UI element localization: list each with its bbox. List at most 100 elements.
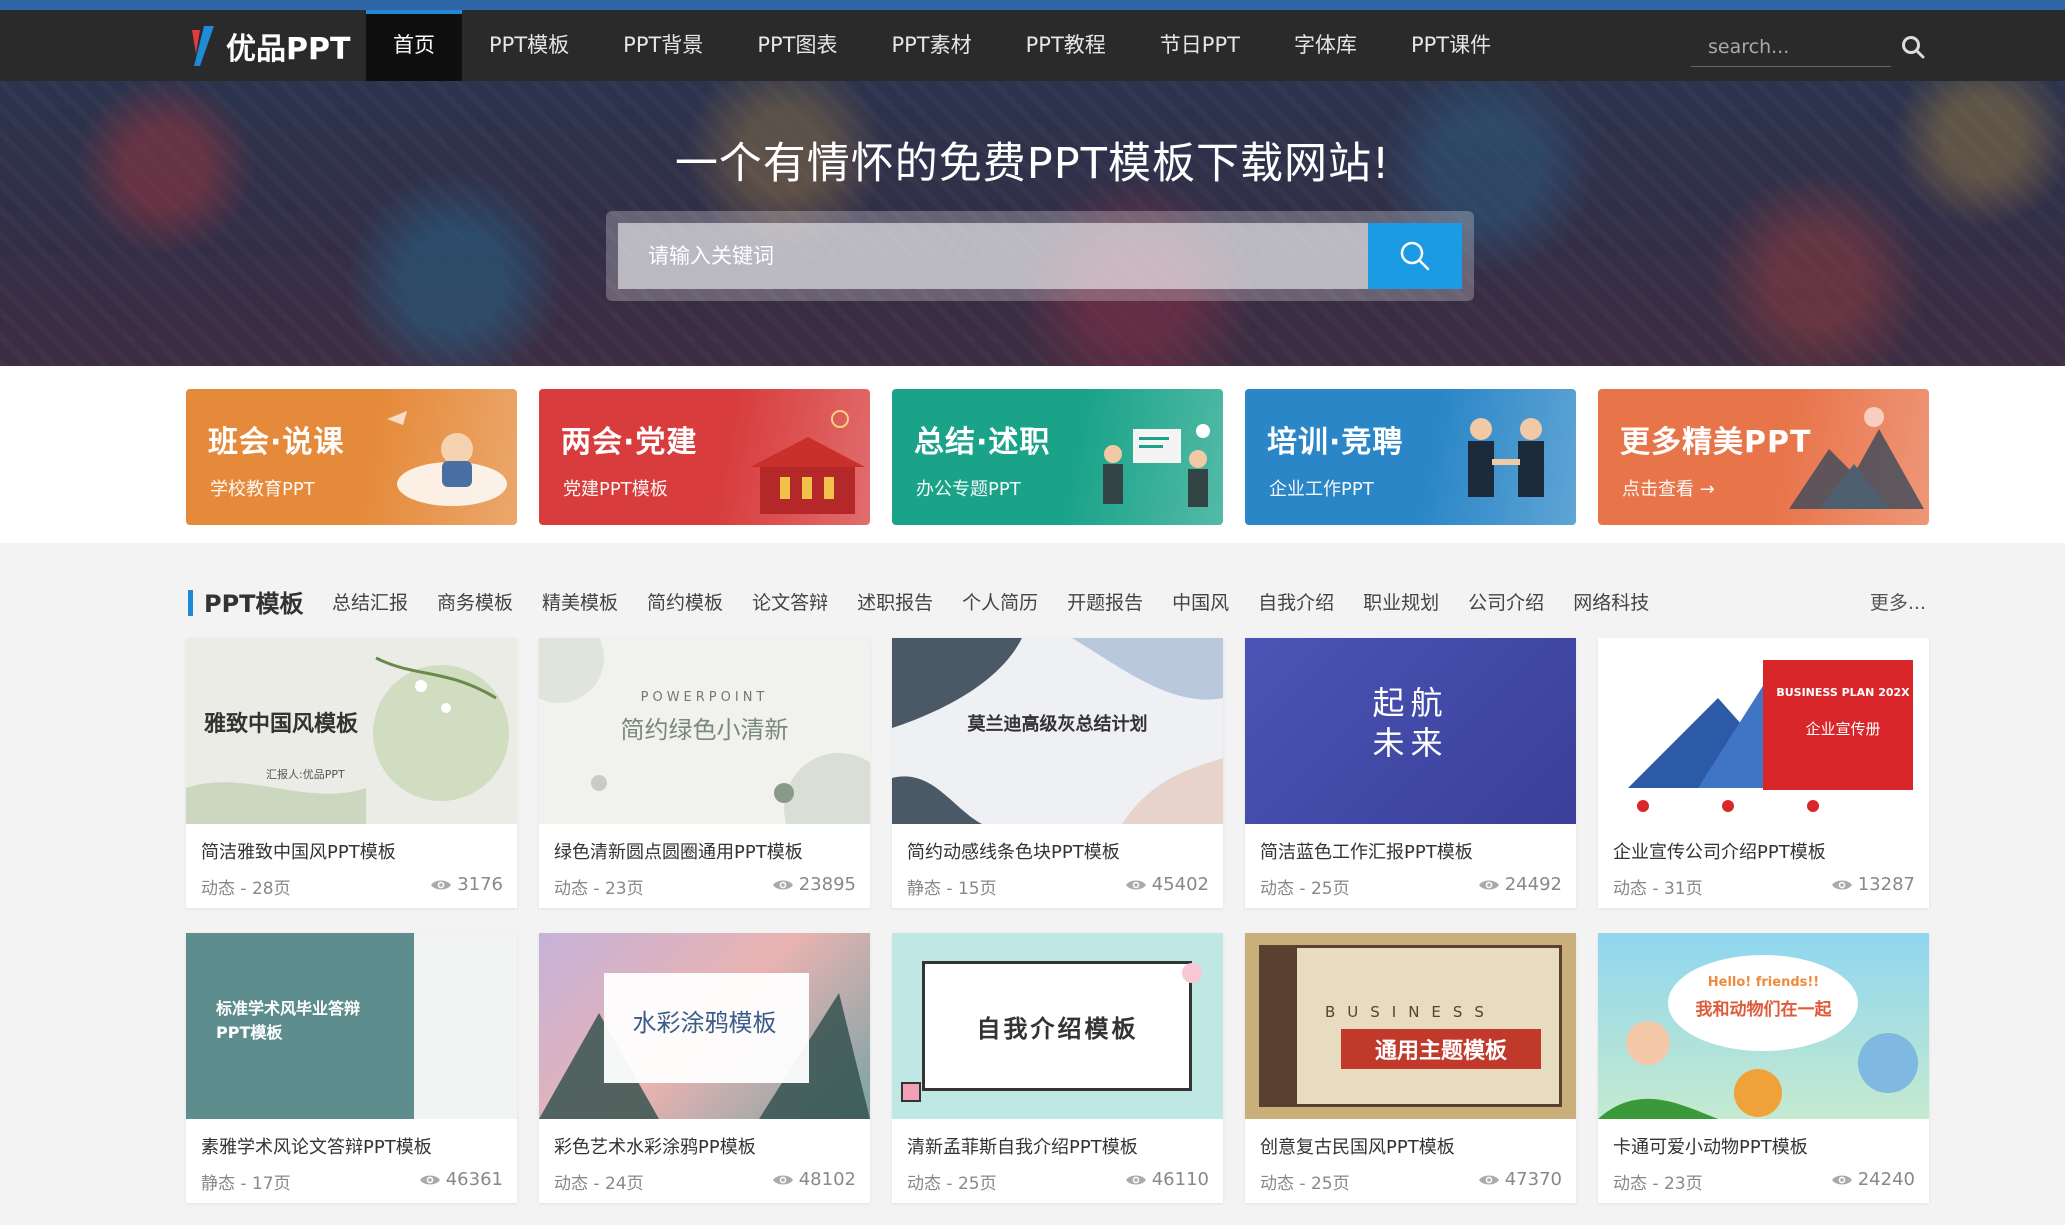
hero-search-input[interactable]: 请输入关键词 <box>618 223 1374 289</box>
template-views: 47370 <box>1478 1169 1562 1190</box>
template-card[interactable]: 起航 未来简洁蓝色工作汇报PPT模板动态 - 25页 24492 <box>1245 638 1576 908</box>
template-title[interactable]: 清新孟菲斯自我介绍PPT模板 <box>907 1133 1138 1159</box>
nav-item[interactable]: 节日PPT <box>1133 10 1267 81</box>
view-count: 24492 <box>1504 874 1562 895</box>
eye-icon <box>1831 880 1852 889</box>
category-banner[interactable]: 培训·竞聘 企业工作PPT <box>1245 389 1576 525</box>
template-title[interactable]: 卡通可爱小动物PPT模板 <box>1613 1133 1808 1159</box>
eye-icon <box>1478 880 1499 889</box>
logo-text: 优品PPT <box>226 32 351 67</box>
nav-item[interactable]: PPT课件 <box>1384 10 1518 81</box>
category-title: 培训·竞聘 <box>1267 425 1404 460</box>
template-card[interactable]: 水彩涂鸦模板 彩色艺术水彩涂鸦PP模板 动态 - 24页 48102 <box>539 933 870 1203</box>
template-thumbnail[interactable]: 自我介绍模板 <box>892 933 1223 1119</box>
section-tab[interactable]: 中国风 <box>1172 588 1229 615</box>
category-banner[interactable]: 总结·述职 办公专题PPT <box>892 389 1223 525</box>
template-meta: 动态 - 25页 <box>1260 879 1350 899</box>
eye-icon <box>431 880 452 889</box>
template-card[interactable]: Hello! friends!! 我和动物们在一起 卡通可爱小动物PPT模板 动态 -… <box>1598 933 1929 1203</box>
thumbnail-title: 标准学术风毕业答辩 <box>216 999 361 1018</box>
section-tab[interactable]: 职业规划 <box>1363 588 1439 615</box>
template-thumbnail[interactable]: 起航 未来 <box>1245 638 1576 824</box>
eye-icon <box>419 1175 440 1184</box>
template-card[interactable]: BUSINESS PLAN 202X 企业宣传册 企业宣传公司介绍PPT模板 动态 -… <box>1598 638 1929 908</box>
thumbnail-title: 雅致中国风模板 <box>204 712 359 737</box>
thumbnail-subtitle: 汇报人:优品PPT <box>266 768 345 781</box>
view-count: 46110 <box>1151 1169 1209 1190</box>
eye-icon <box>772 1175 793 1184</box>
section-tab[interactable]: 精美模板 <box>542 588 618 615</box>
template-title[interactable]: 简约动感线条色块PPT模板 <box>907 838 1120 864</box>
section-tab[interactable]: 自我介绍 <box>1258 588 1334 615</box>
view-count: 46361 <box>445 1169 503 1190</box>
template-card[interactable]: POWERPOINT 简约绿色小清新 绿色清新圆点圆圈通用PPT模板 动态 - 23页… <box>539 638 870 908</box>
template-title[interactable]: 素雅学术风论文答辩PPT模板 <box>201 1133 432 1159</box>
template-views: 3176 <box>430 874 503 895</box>
template-views: 48102 <box>772 1169 856 1190</box>
template-thumbnail[interactable]: BUSINESS 通用主题模板 <box>1245 933 1576 1119</box>
template-title[interactable]: 简洁雅致中国风PPT模板 <box>201 838 396 864</box>
template-thumbnail[interactable]: POWERPOINT 简约绿色小清新 <box>539 638 870 824</box>
template-card[interactable]: 莫兰迪高级灰总结计划 简约动感线条色块PPT模板 静态 - 15页 45402 <box>892 638 1223 908</box>
hero-search-button[interactable] <box>1368 223 1462 289</box>
template-views: 24492 <box>1478 874 1562 895</box>
category-banner[interactable]: 更多精美PPT 点击查看 → <box>1598 389 1929 525</box>
template-card[interactable]: BUSINESS 通用主题模板创意复古民国风PPT模板动态 - 25页 47370 <box>1245 933 1576 1203</box>
view-count: 3176 <box>457 874 503 895</box>
template-thumbnail[interactable]: 水彩涂鸦模板 <box>539 933 870 1119</box>
template-thumbnail[interactable]: BUSINESS PLAN 202X 企业宣传册 <box>1598 638 1929 824</box>
section-tab[interactable]: 总结汇报 <box>332 588 408 615</box>
template-thumbnail[interactable]: 雅致中国风模板汇报人:优品PPT <box>186 638 517 824</box>
section-tab[interactable]: 个人简历 <box>962 588 1038 615</box>
nav-item[interactable]: PPT素材 <box>864 10 998 81</box>
template-title[interactable]: 创意复古民国风PPT模板 <box>1260 1133 1455 1159</box>
view-count: 45402 <box>1151 874 1209 895</box>
template-title[interactable]: 彩色艺术水彩涂鸦PP模板 <box>554 1133 756 1159</box>
nav-item[interactable]: 字体库 <box>1267 10 1384 81</box>
nav-item[interactable]: PPT模板 <box>462 10 596 81</box>
template-meta: 动态 - 28页 <box>201 879 291 899</box>
template-meta: 动态 - 25页 <box>1260 1174 1350 1194</box>
category-subtitle: 党建PPT模板 <box>563 479 668 500</box>
category-banner[interactable]: 班会·说课 学校教育PPT <box>186 389 517 525</box>
section-tab[interactable]: 网络科技 <box>1573 588 1649 615</box>
section-tab[interactable]: 公司介绍 <box>1468 588 1544 615</box>
nav-item[interactable]: 首页 <box>366 10 462 81</box>
template-card[interactable]: 雅致中国风模板汇报人:优品PPT 简洁雅致中国风PPT模板动态 - 28页 3176 <box>186 638 517 908</box>
thumbnail-title: 我和动物们在一起 <box>1695 1000 1832 1020</box>
template-views: 24240 <box>1831 1169 1915 1190</box>
template-thumbnail[interactable]: 标准学术风毕业答辩 PPT模板 <box>186 933 517 1119</box>
search-icon <box>1400 241 1430 271</box>
section-tab[interactable]: 简约模板 <box>647 588 723 615</box>
template-card[interactable]: 自我介绍模板清新孟菲斯自我介绍PPT模板动态 - 25页 46110 <box>892 933 1223 1203</box>
template-views: 13287 <box>1831 874 1915 895</box>
section-more-link[interactable]: 更多... <box>1870 588 1926 615</box>
template-thumbnail[interactable]: 莫兰迪高级灰总结计划 <box>892 638 1223 824</box>
template-views: 46361 <box>419 1169 503 1190</box>
nav-item[interactable]: PPT教程 <box>999 10 1133 81</box>
section-tab[interactable]: 论文答辩 <box>752 588 828 615</box>
category-banner[interactable]: 两会·党建 党建PPT模板 <box>539 389 870 525</box>
thumbnail-title: 水彩涂鸦模板 <box>632 1009 777 1037</box>
hero-title: 一个有情怀的免费PPT模板下载网站! <box>674 139 1391 189</box>
search-icon[interactable] <box>1900 34 1926 60</box>
section-tab[interactable]: 商务模板 <box>437 588 513 615</box>
template-title[interactable]: 企业宣传公司介绍PPT模板 <box>1613 838 1826 864</box>
nav-item[interactable]: PPT图表 <box>730 10 864 81</box>
template-title[interactable]: 简洁蓝色工作汇报PPT模板 <box>1260 838 1473 864</box>
site-logo[interactable]: 优品PPT <box>186 24 350 68</box>
category-subtitle: 学校教育PPT <box>210 479 315 500</box>
category-illustration-icon <box>1468 418 1544 497</box>
thumbnail-title: 简约绿色小清新 <box>620 716 789 744</box>
section-header: PPT模板 总结汇报 商务模板 精美模板 简约模板 论文答辩 述职报告 个人简历 开题报告 中国… <box>186 582 1926 622</box>
thumbnail-title: 莫兰迪高级灰总结计划 <box>967 714 1148 735</box>
section-tab[interactable]: 开题报告 <box>1067 588 1143 615</box>
template-card[interactable]: 标准学术风毕业答辩 PPT模板 素雅学术风论文答辩PPT模板 静态 - 17页 4636… <box>186 933 517 1203</box>
template-meta: 动态 - 25页 <box>907 1174 997 1194</box>
nav-search-input[interactable]: search... <box>1691 27 1891 67</box>
template-title[interactable]: 绿色清新圆点圆圈通用PPT模板 <box>554 838 803 864</box>
template-thumbnail[interactable]: Hello! friends!! 我和动物们在一起 <box>1598 933 1929 1119</box>
thumbnail-subtitle: BUSINESS PLAN 202X <box>1776 686 1910 699</box>
section-tab[interactable]: 述职报告 <box>857 588 933 615</box>
nav-item[interactable]: PPT背景 <box>596 10 730 81</box>
